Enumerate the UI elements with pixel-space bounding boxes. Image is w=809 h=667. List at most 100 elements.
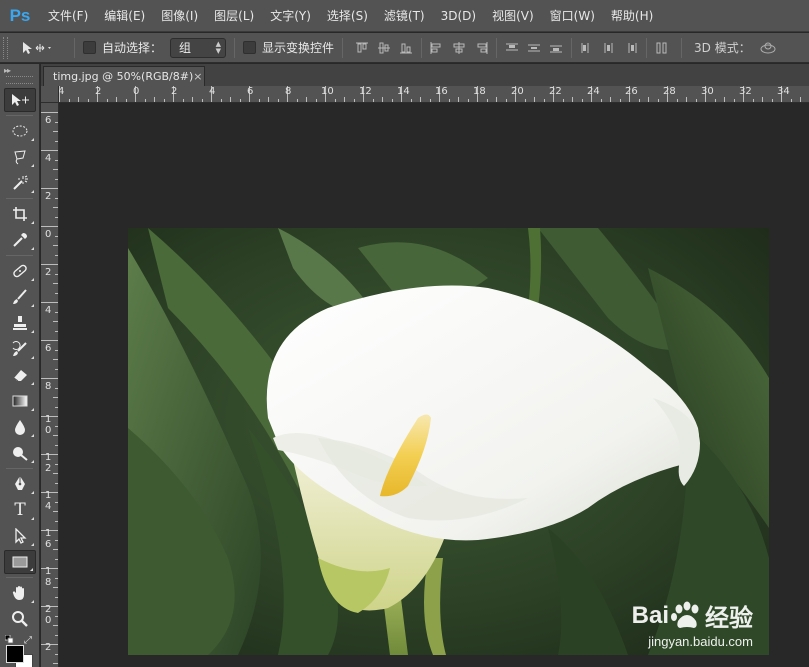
separator bbox=[74, 37, 75, 58]
ruler-label: 4 bbox=[45, 305, 52, 316]
ruler-label: 0 bbox=[133, 86, 140, 97]
align-horizontal-centers-icon[interactable] bbox=[448, 38, 470, 58]
rectangle-shape-icon bbox=[12, 556, 28, 568]
tools-panel-grip[interactable] bbox=[6, 76, 33, 84]
watermark-brand-left: Bai bbox=[631, 601, 669, 629]
menu-filter[interactable]: 滤镜(T) bbox=[376, 0, 433, 32]
distribute-left-icon[interactable] bbox=[576, 38, 598, 58]
ruler-label: 16 bbox=[435, 86, 448, 97]
close-icon[interactable]: × bbox=[193, 70, 202, 83]
options-bar: 自动选择： 组 ▲ ▼ 显示变换控件 3D 模式： bbox=[0, 33, 809, 63]
options-bar-grip[interactable] bbox=[3, 36, 8, 59]
eyedropper-tool-button[interactable] bbox=[4, 228, 36, 252]
eraser-tool-button[interactable] bbox=[4, 363, 36, 387]
menu-image[interactable]: 图像(I) bbox=[153, 0, 206, 32]
ruler-label: 2 bbox=[45, 191, 52, 202]
align-vertical-centers-icon[interactable] bbox=[373, 38, 395, 58]
swap-colors-icon[interactable]: ⤢ bbox=[24, 635, 32, 646]
dodge-tool-button[interactable] bbox=[4, 441, 36, 465]
path-selection-tool-button[interactable] bbox=[4, 524, 36, 548]
menu-view[interactable]: 视图(V) bbox=[484, 0, 542, 32]
auto-align-layers-icon[interactable] bbox=[651, 38, 673, 58]
crop-icon bbox=[13, 207, 27, 221]
ruler-label: 26 bbox=[625, 86, 638, 97]
brush-tool-button[interactable] bbox=[4, 285, 36, 309]
ruler-origin[interactable] bbox=[41, 86, 59, 103]
vertical-ruler[interactable]: 6 4 2 0 2 4 6 8 1 0 1 2 1 4 1 6 1 8 2 0 … bbox=[41, 103, 59, 667]
ruler-label: 10 bbox=[321, 86, 334, 97]
menu-file[interactable]: 文件(F) bbox=[40, 0, 96, 32]
distribute-right-icon[interactable] bbox=[620, 38, 642, 58]
eraser-icon bbox=[13, 370, 27, 382]
3d-mode-label: 3D 模式： bbox=[694, 41, 751, 55]
tool-preset-picker[interactable] bbox=[20, 37, 66, 59]
distribute-vertical-centers-icon[interactable] bbox=[523, 38, 545, 58]
crop-tool-button[interactable] bbox=[4, 202, 36, 226]
separator bbox=[646, 37, 648, 58]
marquee-tool-button[interactable] bbox=[4, 119, 36, 143]
separator bbox=[496, 37, 498, 58]
separator bbox=[234, 37, 236, 58]
default-colors-icon[interactable] bbox=[5, 635, 14, 644]
show-transform-checkbox[interactable] bbox=[243, 41, 257, 54]
brush-icon bbox=[13, 289, 27, 304]
ruler-label: 1 2 bbox=[45, 452, 52, 474]
clone-stamp-icon bbox=[13, 316, 27, 330]
ruler-label: 6 bbox=[247, 86, 254, 97]
menu-layer[interactable]: 图层(L) bbox=[206, 0, 262, 32]
3d-orbit-icon[interactable] bbox=[757, 38, 779, 58]
ruler-label: 2 bbox=[171, 86, 178, 97]
history-brush-tool-button[interactable] bbox=[4, 337, 36, 361]
menu-type[interactable]: 文字(Y) bbox=[262, 0, 319, 32]
type-icon: T bbox=[14, 500, 26, 520]
distribute-top-icon[interactable] bbox=[501, 38, 523, 58]
hand-tool-button[interactable] bbox=[4, 581, 36, 605]
type-tool-button[interactable]: T bbox=[4, 498, 36, 522]
healing-brush-tool-button[interactable] bbox=[4, 259, 36, 283]
document-tab[interactable]: timg.jpg @ 50%(RGB/8#) × bbox=[43, 66, 205, 86]
ruler-label: 18 bbox=[473, 86, 486, 97]
collapse-panel-icon[interactable]: ▸▸ bbox=[0, 64, 39, 76]
clone-stamp-tool-button[interactable] bbox=[4, 311, 36, 335]
blur-tool-button[interactable] bbox=[4, 415, 36, 439]
align-top-edges-icon[interactable] bbox=[351, 38, 373, 58]
lasso-icon bbox=[14, 150, 26, 165]
menu-window[interactable]: 窗口(W) bbox=[542, 0, 603, 32]
magic-wand-tool-button[interactable] bbox=[4, 171, 36, 195]
ruler-label: 2 bbox=[45, 642, 52, 653]
menu-help[interactable]: 帮助(H) bbox=[603, 0, 661, 32]
ruler-label: 1 8 bbox=[45, 566, 52, 588]
ruler-label: 8 bbox=[285, 86, 292, 97]
ruler-label: 1 0 bbox=[45, 414, 52, 436]
menu-edit[interactable]: 编辑(E) bbox=[96, 0, 153, 32]
ruler-label: 6 bbox=[45, 343, 52, 354]
ruler-label: 4 bbox=[45, 153, 52, 164]
ruler-label: 32 bbox=[739, 86, 752, 97]
zoom-tool-button[interactable] bbox=[4, 607, 36, 631]
menu-select[interactable]: 选择(S) bbox=[319, 0, 376, 32]
document-image[interactable]: Bai 经验 jingyan.baidu.com bbox=[128, 228, 769, 655]
ruler-label: 1 6 bbox=[45, 528, 52, 550]
rectangle-tool-button[interactable] bbox=[4, 550, 36, 574]
align-left-edges-icon[interactable] bbox=[426, 38, 448, 58]
ruler-label: 6 bbox=[45, 115, 52, 126]
move-tool-button[interactable] bbox=[4, 88, 36, 112]
horizontal-ruler[interactable]: 4 2 0 2 4 6 8 10 12 14 16 18 20 22 24 26… bbox=[59, 86, 809, 103]
move-tool-icon bbox=[23, 41, 51, 54]
gradient-tool-button[interactable] bbox=[4, 389, 36, 413]
show-transform-label: 显示变换控件 bbox=[262, 41, 335, 55]
pen-tool-button[interactable] bbox=[4, 472, 36, 496]
ruler-label: 30 bbox=[701, 86, 714, 97]
foreground-color-swatch[interactable] bbox=[6, 645, 24, 663]
auto-select-dropdown[interactable]: 组 ▲ ▼ bbox=[170, 37, 227, 58]
separator bbox=[6, 255, 33, 256]
auto-select-checkbox[interactable] bbox=[83, 41, 96, 54]
align-right-edges-icon[interactable] bbox=[470, 38, 492, 58]
distribute-bottom-icon[interactable] bbox=[545, 38, 567, 58]
distribute-horizontal-centers-icon[interactable] bbox=[598, 38, 620, 58]
separator bbox=[6, 198, 33, 199]
menu-3d[interactable]: 3D(D) bbox=[433, 0, 484, 32]
lasso-tool-button[interactable] bbox=[4, 145, 36, 169]
align-bottom-edges-icon[interactable] bbox=[395, 38, 417, 58]
canvas-area[interactable]: Bai 经验 jingyan.baidu.com bbox=[60, 104, 809, 667]
